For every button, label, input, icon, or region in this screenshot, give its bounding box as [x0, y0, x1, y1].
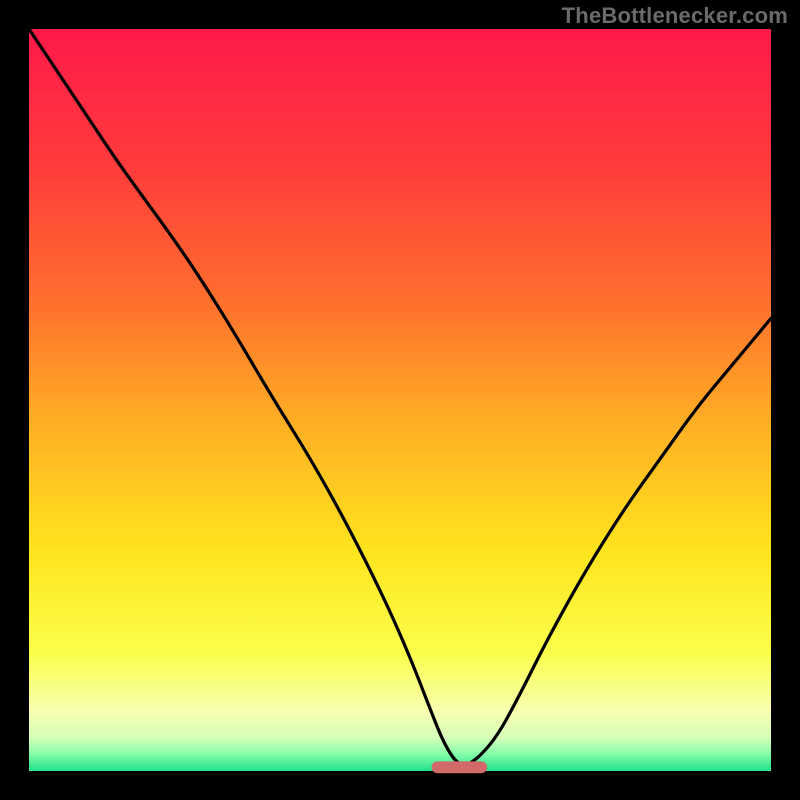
bottleneck-chart: [0, 0, 800, 800]
plot-background: [29, 29, 771, 771]
chart-stage: TheBottlenecker.com: [0, 0, 800, 800]
optimal-marker: [432, 761, 488, 773]
watermark-text: TheBottlenecker.com: [562, 3, 788, 29]
